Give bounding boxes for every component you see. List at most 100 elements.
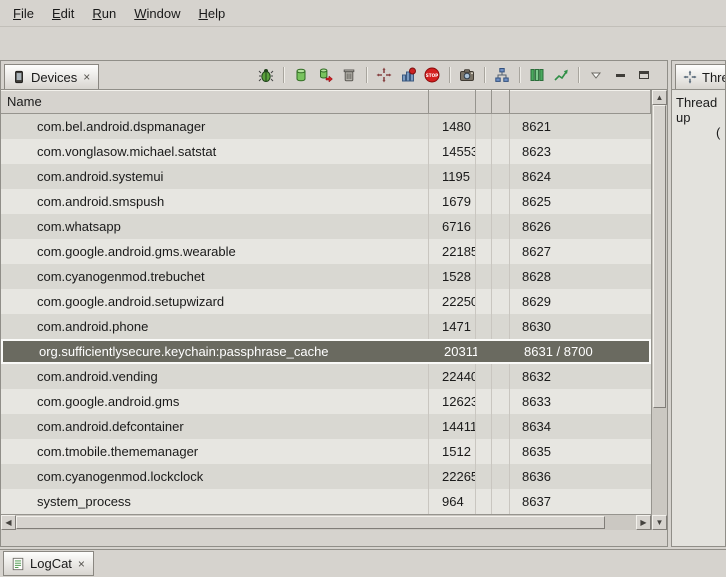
table-row[interactable]: com.bel.android.dspmanager14808621	[1, 114, 651, 139]
cell-spacer	[476, 489, 492, 514]
cell-spacer	[476, 114, 492, 139]
capture-systrace-icon[interactable]	[526, 64, 548, 86]
update-threads-icon[interactable]	[373, 64, 395, 86]
horizontal-scroll-track[interactable]	[16, 515, 636, 530]
process-port: 8636	[510, 464, 651, 489]
close-icon[interactable]: ×	[82, 70, 91, 84]
scroll-down-icon[interactable]: ▼	[652, 515, 667, 530]
column-header-pid[interactable]	[429, 90, 476, 114]
cell-spacer	[476, 314, 492, 339]
tab-logcat-label: LogCat	[30, 556, 72, 571]
process-name: com.android.smspush	[1, 189, 429, 214]
start-opengl-trace-icon[interactable]	[550, 64, 572, 86]
minimize-icon[interactable]	[609, 64, 631, 86]
process-port: 8634	[510, 414, 651, 439]
process-port: 8637	[510, 489, 651, 514]
cause-gc-icon[interactable]	[338, 64, 360, 86]
process-name: com.google.android.gms.wearable	[1, 239, 429, 264]
process-name: com.cyanogenmod.trebuchet	[1, 264, 429, 289]
column-header-port[interactable]	[510, 90, 651, 114]
maximize-icon[interactable]	[633, 64, 655, 86]
table-header: Name	[1, 90, 651, 114]
threads-message-line2: (	[716, 125, 725, 140]
column-header-blank2[interactable]	[492, 90, 510, 114]
process-pid: 20311	[431, 341, 478, 362]
menu-edit[interactable]: Edit	[45, 3, 81, 24]
tab-threads[interactable]: Threads ×	[675, 64, 726, 89]
horizontal-scrollbar[interactable]: ◀ ▶	[1, 514, 651, 530]
table-row[interactable]: com.tmobile.thememanager1512 8635	[1, 439, 651, 464]
table-row[interactable]: com.android.vending224408632	[1, 364, 651, 389]
cell-spacer	[492, 239, 510, 264]
cell-spacer	[476, 414, 492, 439]
horizontal-scroll-thumb[interactable]	[16, 516, 605, 529]
table-row[interactable]: com.android.smspush16798625	[1, 189, 651, 214]
cell-spacer	[476, 164, 492, 189]
process-pid: 14411	[429, 414, 476, 439]
process-name: com.google.android.gms	[1, 389, 429, 414]
process-pid: 22185	[429, 239, 476, 264]
table-row[interactable]: com.whatsapp67168626	[1, 214, 651, 239]
start-method-profiling-icon[interactable]	[397, 64, 419, 86]
process-port: 8631 / 8700	[512, 341, 649, 362]
debug-process-icon[interactable]	[255, 64, 277, 86]
update-heap-icon[interactable]	[290, 64, 312, 86]
process-pid: 22440	[429, 364, 476, 389]
tab-logcat[interactable]: LogCat ×	[3, 551, 94, 576]
process-name: com.android.systemui	[1, 164, 429, 189]
table-row[interactable]: com.android.defcontainer144118634	[1, 414, 651, 439]
process-port: 8626	[510, 214, 651, 239]
view-menu-icon[interactable]	[585, 64, 607, 86]
vertical-scrollbar[interactable]: ▲ ▼	[651, 90, 667, 530]
threads-message-line1: Thread up	[676, 95, 725, 125]
dump-view-hierarchy-icon[interactable]	[491, 64, 513, 86]
threads-view: Threads × Thread up (	[671, 60, 726, 547]
column-header-name[interactable]: Name	[1, 90, 429, 114]
table-row[interactable]: com.google.android.gms126238633	[1, 389, 651, 414]
vertical-scroll-track[interactable]	[652, 105, 667, 515]
stop-process-icon[interactable]: STOP	[421, 64, 443, 86]
process-pid: 1512	[429, 439, 476, 464]
table-row[interactable]: com.cyanogenmod.lockclock222658636	[1, 464, 651, 489]
table-row[interactable]: com.android.systemui11958624	[1, 164, 651, 189]
column-header-blank1[interactable]	[476, 90, 492, 114]
menu-help[interactable]: Help	[191, 3, 232, 24]
screen-capture-icon[interactable]	[456, 64, 478, 86]
logcat-icon	[11, 557, 25, 571]
scroll-right-icon[interactable]: ▶	[636, 515, 651, 530]
menu-file[interactable]: File	[6, 3, 41, 24]
cell-spacer	[476, 139, 492, 164]
process-pid: 6716	[429, 214, 476, 239]
table-row[interactable]: com.google.android.setupwizard222508629	[1, 289, 651, 314]
cell-spacer	[492, 164, 510, 189]
table-row[interactable]: org.sufficientlysecure.keychain:passphra…	[1, 339, 651, 364]
cell-spacer	[476, 189, 492, 214]
process-port: 8632	[510, 364, 651, 389]
table-row[interactable]: com.vonglasow.michael.satstat145538623	[1, 139, 651, 164]
scroll-left-icon[interactable]: ◀	[1, 515, 16, 530]
table-row[interactable]: com.cyanogenmod.trebuchet15288628	[1, 264, 651, 289]
process-port: 8630	[510, 314, 651, 339]
threads-tabbar: Threads ×	[672, 61, 725, 90]
menu-window[interactable]: Window	[127, 3, 187, 24]
process-port: 8635	[510, 439, 651, 464]
cell-spacer	[478, 341, 494, 362]
process-name: org.sufficientlysecure.keychain:passphra…	[3, 341, 431, 362]
scroll-up-icon[interactable]: ▲	[652, 90, 667, 105]
process-name: com.tmobile.thememanager	[1, 439, 429, 464]
cell-spacer	[476, 214, 492, 239]
devices-toolbar: STOP	[255, 64, 667, 86]
table-row[interactable]: system_process9648637	[1, 489, 651, 514]
close-icon[interactable]: ×	[77, 557, 86, 571]
cell-spacer	[492, 139, 510, 164]
table-row[interactable]: com.google.android.gms.wearable221858627	[1, 239, 651, 264]
toolbar-separator	[449, 67, 450, 83]
tab-devices[interactable]: Devices ×	[4, 64, 99, 89]
cell-spacer	[476, 439, 492, 464]
vertical-scroll-thumb[interactable]	[653, 105, 666, 408]
dump-hprof-icon[interactable]	[314, 64, 336, 86]
menu-run[interactable]: Run	[85, 3, 123, 24]
table-row[interactable]: com.android.phone14718630	[1, 314, 651, 339]
cell-spacer	[492, 189, 510, 214]
process-port: 8624	[510, 164, 651, 189]
